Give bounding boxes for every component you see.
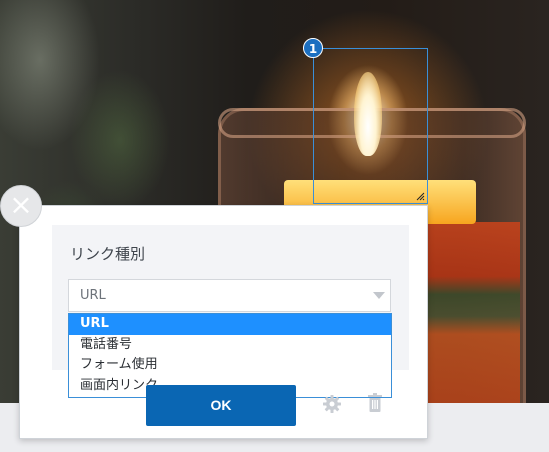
link-type-select[interactable]: URL (68, 279, 391, 312)
option-form[interactable]: フォーム使用 (69, 355, 391, 376)
link-type-label: リンク種別 (70, 245, 146, 263)
option-url[interactable]: URL (69, 314, 391, 335)
hotspot-area[interactable] (313, 48, 428, 204)
resize-handle-icon[interactable] (416, 192, 425, 201)
chevron-down-icon[interactable] (373, 292, 385, 299)
ok-button[interactable]: OK (146, 385, 296, 426)
option-phone[interactable]: 電話番号 (69, 335, 391, 356)
close-button[interactable]: × (0, 185, 42, 227)
trash-icon[interactable] (367, 393, 383, 413)
gear-icon[interactable] (322, 394, 342, 414)
hotspot-number-badge[interactable]: 1 (303, 38, 323, 58)
